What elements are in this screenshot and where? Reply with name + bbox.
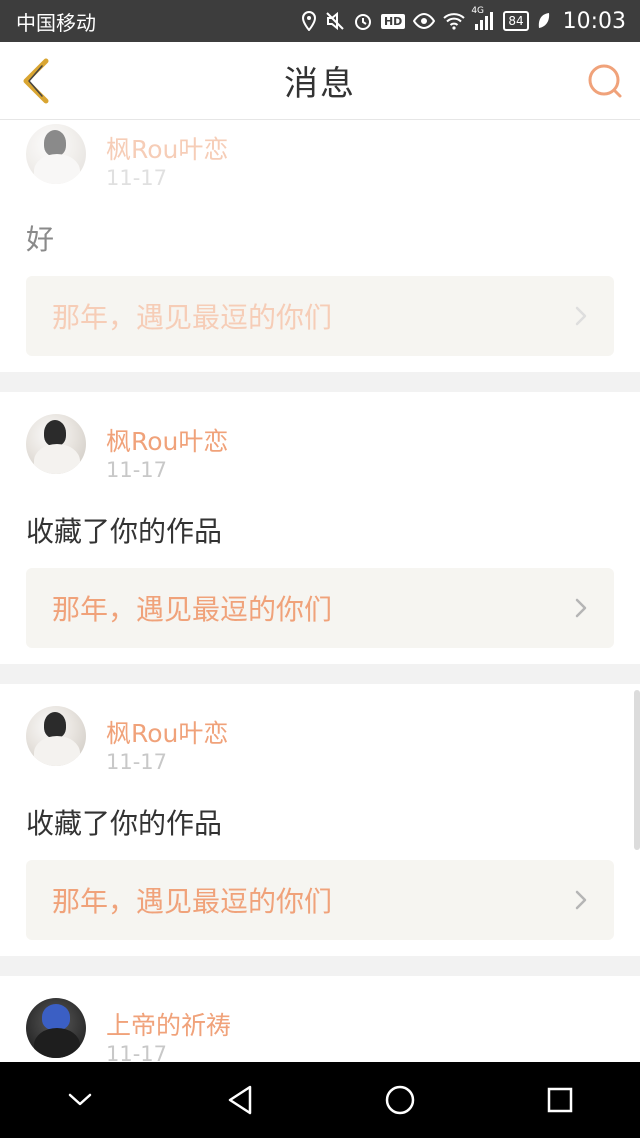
username[interactable]: 枫Rou叶恋 xyxy=(106,422,228,458)
message-list[interactable]: 枫Rou叶恋 11-17 好 那年，遇见最逗的你们 枫Rou叶恋 11-17 收… xyxy=(0,120,640,1062)
eye-icon xyxy=(413,13,436,29)
status-icons: HD 4G 84 10:03 xyxy=(301,6,626,34)
network-type: 4G xyxy=(471,6,485,16)
chevron-right-icon xyxy=(575,598,587,618)
back-chevron-icon xyxy=(23,58,49,104)
message-text: 好 xyxy=(26,223,55,256)
username[interactable]: 上帝的祈祷 xyxy=(106,1006,231,1042)
message-text: 收藏了你的作品 xyxy=(26,515,223,548)
back-button[interactable] xyxy=(18,58,58,104)
location-icon xyxy=(301,11,317,31)
wifi-icon xyxy=(443,12,465,30)
work-link[interactable]: 那年，遇见最逗的你们 xyxy=(26,276,614,356)
work-title: 那年，遇见最逗的你们 xyxy=(52,301,333,334)
home-circle-icon xyxy=(385,1085,415,1115)
message-card[interactable]: 枫Rou叶恋 11-17 收藏了你的作品 那年，遇见最逗的你们 xyxy=(0,392,640,664)
app-header: 消息 xyxy=(0,42,640,120)
recents-square-icon xyxy=(547,1087,573,1113)
collapse-icon xyxy=(68,1093,92,1106)
battery-indicator: 84 xyxy=(503,11,529,31)
system-home-button[interactable] xyxy=(370,1070,430,1130)
status-bar: 中国移动 HD 4G 84 10:03 xyxy=(0,0,640,42)
collapse-nav-button[interactable] xyxy=(50,1070,110,1130)
page-title: 消息 xyxy=(284,64,356,104)
message-date: 11-17 xyxy=(106,166,168,190)
username[interactable]: 枫Rou叶恋 xyxy=(106,130,228,166)
avatar[interactable] xyxy=(26,706,86,766)
message-text: 收藏了你的作品 xyxy=(26,807,223,840)
message-card[interactable]: 上帝的祈祷 11-17 xyxy=(0,976,640,1062)
avatar[interactable] xyxy=(26,998,86,1058)
search-button[interactable] xyxy=(586,62,624,100)
carrier-label: 中国移动 xyxy=(16,10,96,35)
chevron-right-icon xyxy=(575,890,587,910)
system-recents-button[interactable] xyxy=(530,1070,590,1130)
scrollbar[interactable] xyxy=(634,690,640,850)
username[interactable]: 枫Rou叶恋 xyxy=(106,714,228,750)
message-date: 11-17 xyxy=(106,458,168,482)
signal-icon: 4G xyxy=(471,6,495,30)
avatar[interactable] xyxy=(26,414,86,474)
work-title: 那年，遇见最逗的你们 xyxy=(52,885,333,918)
work-link[interactable]: 那年，遇见最逗的你们 xyxy=(26,568,614,648)
message-date: 11-17 xyxy=(106,1042,168,1062)
message-date: 11-17 xyxy=(106,750,168,774)
system-back-button[interactable] xyxy=(210,1070,270,1130)
message-card[interactable]: 枫Rou叶恋 11-17 收藏了你的作品 那年，遇见最逗的你们 xyxy=(0,684,640,956)
avatar[interactable] xyxy=(26,124,86,184)
hd-badge: HD xyxy=(380,13,406,29)
work-title: 那年，遇见最逗的你们 xyxy=(52,593,333,626)
search-icon xyxy=(588,64,622,98)
chevron-right-icon xyxy=(575,306,587,326)
mute-icon xyxy=(325,11,345,31)
back-triangle-icon xyxy=(228,1085,252,1115)
clock: 10:03 xyxy=(562,8,626,34)
alarm-icon xyxy=(353,11,373,31)
leaf-icon xyxy=(537,12,551,30)
message-card[interactable]: 枫Rou叶恋 11-17 好 那年，遇见最逗的你们 xyxy=(0,120,640,372)
work-link[interactable]: 那年，遇见最逗的你们 xyxy=(26,860,614,940)
system-nav-bar xyxy=(0,1062,640,1138)
